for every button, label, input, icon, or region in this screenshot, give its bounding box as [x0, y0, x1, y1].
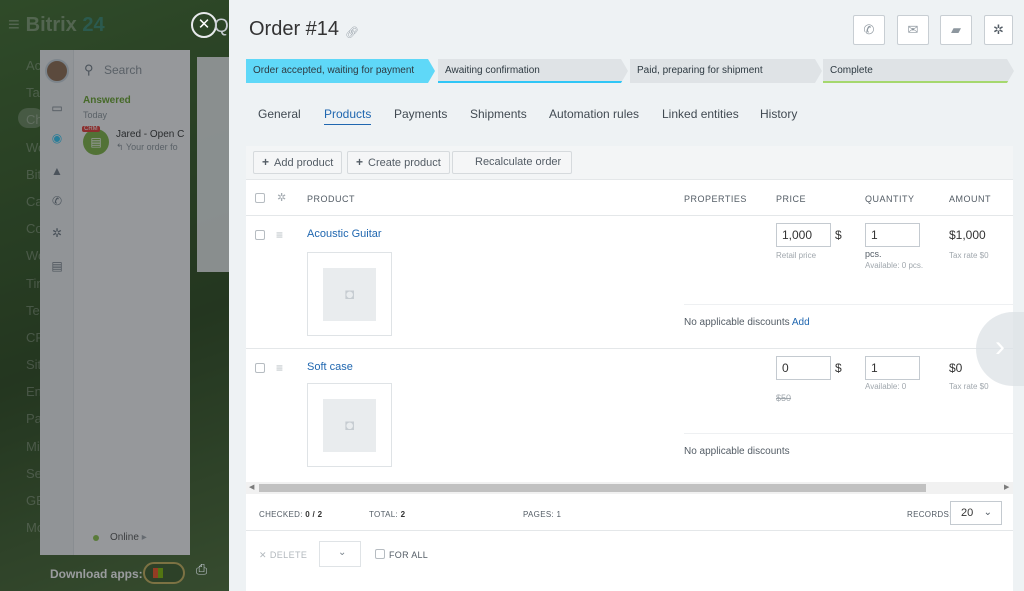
gear-icon: ✲	[993, 22, 1004, 37]
camera-icon: ◘	[323, 399, 376, 452]
tab-linked-entities[interactable]: Linked entities	[662, 107, 739, 121]
grid-toolbar: + Add product + Create product Recalculate…	[246, 146, 1013, 180]
records-per-page-select[interactable]: 20 ⌄	[950, 501, 1002, 525]
price-input[interactable]: 1,000	[776, 223, 831, 247]
for-all-label: FOR ALL	[389, 550, 429, 560]
products-grid: + Add product + Create product Recalculate…	[246, 146, 1013, 591]
product-image[interactable]: ◘	[307, 383, 392, 467]
divider	[684, 433, 1013, 434]
grid-footer: CHECKED: 0 / 2 TOTAL: 2 PAGES: 1 RECORDS…	[246, 498, 1013, 531]
stage-complete[interactable]: Complete	[823, 59, 1014, 83]
settings-button[interactable]: ✲	[984, 15, 1013, 45]
tab-shipments[interactable]: Shipments	[470, 107, 527, 121]
chevron-down-icon: ⌄	[983, 507, 992, 518]
checked-count: CHECKED: 0 / 2	[259, 510, 323, 519]
chat-button[interactable]: ▰	[940, 15, 972, 45]
row-checkbox[interactable]	[255, 363, 265, 373]
table-row: ≡ Soft case ◘ 0 $ $50 1 Available: 0 $0 …	[246, 349, 1013, 478]
currency-label: $	[835, 361, 842, 375]
amount-value: $0	[949, 361, 963, 375]
add-discount-link[interactable]: Add	[792, 317, 810, 328]
mail-icon: ✉	[907, 22, 919, 37]
availability-label: Available: 0 pcs.	[865, 261, 924, 270]
table-row: ≡ Acoustic Guitar ◘ 1,000 $ Retail price…	[246, 216, 1013, 349]
column-properties[interactable]: PROPERTIES	[684, 194, 747, 204]
price-input[interactable]: 0	[776, 356, 831, 380]
for-all-checkbox[interactable]	[375, 549, 385, 559]
column-price[interactable]: PRICE	[776, 194, 806, 204]
tab-automation-rules[interactable]: Automation rules	[549, 107, 639, 121]
scroll-left-icon[interactable]: ◀	[249, 483, 254, 491]
currency-label: $	[835, 228, 842, 242]
stage-awaiting-confirmation[interactable]: Awaiting confirmation	[438, 59, 628, 83]
product-image[interactable]: ◘	[307, 252, 392, 336]
stage-accepted[interactable]: Order accepted, waiting for payment	[246, 59, 435, 83]
tab-payments[interactable]: Payments	[394, 107, 447, 121]
select-all-checkbox[interactable]	[255, 193, 265, 203]
call-button[interactable]: ✆	[853, 15, 885, 45]
scrollbar-thumb[interactable]	[259, 484, 926, 492]
amount-value: $1,000	[949, 228, 986, 242]
create-product-button[interactable]: + Create product	[347, 151, 450, 174]
pages-count: PAGES: 1	[523, 510, 562, 519]
plus-icon: +	[356, 155, 364, 169]
tax-label: Tax rate $0	[949, 251, 989, 260]
row-checkbox[interactable]	[255, 230, 265, 240]
action-select[interactable]: ⌄	[319, 541, 361, 567]
drag-handle-icon[interactable]: ≡	[276, 229, 283, 241]
unit-label: pcs.	[865, 249, 882, 259]
old-price-label: $50	[776, 393, 792, 403]
scroll-right-icon[interactable]: ▶	[1004, 483, 1009, 491]
discounts-label: No applicable discounts Add	[684, 317, 810, 328]
tab-history[interactable]: History	[760, 107, 797, 121]
discounts-label: No applicable discounts	[684, 446, 790, 457]
grid-header: ✲ PRODUCT PROPERTIES PRICE QUANTITY AMOU…	[246, 180, 1013, 216]
link-icon[interactable]: 🔗︎	[345, 26, 359, 39]
stage-paid[interactable]: Paid, preparing for shipment	[630, 59, 822, 83]
print-icon[interactable]: ⎙	[196, 561, 207, 578]
horizontal-scrollbar[interactable]: ◀ ▶	[246, 482, 1013, 494]
tab-general[interactable]: General	[258, 107, 301, 121]
column-amount[interactable]: AMOUNT	[949, 194, 991, 204]
gear-icon[interactable]: ✲	[277, 191, 286, 204]
column-quantity[interactable]: QUANTITY	[865, 194, 915, 204]
chevron-down-icon: ⌄	[338, 547, 347, 558]
total-count: TOTAL: 2	[369, 510, 406, 519]
records-label: RECORDS:	[907, 510, 952, 519]
phone-icon: ✆	[863, 22, 875, 37]
chat-icon: ▰	[951, 22, 961, 37]
close-icon: ✕	[259, 550, 267, 560]
tab-products[interactable]: Products	[324, 107, 372, 125]
plus-icon: +	[262, 155, 270, 169]
camera-icon: ◘	[323, 268, 376, 321]
product-name-link[interactable]: Acoustic Guitar	[307, 228, 382, 240]
drag-handle-icon[interactable]: ≡	[276, 362, 283, 374]
page-title: Order #14	[249, 18, 340, 40]
delete-button[interactable]: ✕ DELETE	[259, 550, 307, 561]
price-type-label: Retail price	[776, 251, 817, 260]
add-product-button[interactable]: + Add product	[253, 151, 343, 174]
order-slider: Order #14 🔗︎ ✆ ✉ ▰ ✲ Order accepted, wai…	[229, 0, 1024, 591]
column-product[interactable]: PRODUCT	[307, 194, 355, 204]
email-button[interactable]: ✉	[897, 15, 929, 45]
quantity-input[interactable]: 1	[865, 223, 920, 247]
quantity-input[interactable]: 1	[865, 356, 920, 380]
recalculate-order-button[interactable]: Recalculate order	[452, 151, 573, 174]
tax-label: Tax rate $0	[949, 382, 989, 391]
availability-label: Available: 0	[865, 382, 907, 391]
divider	[684, 304, 1013, 305]
group-actions: ✕ DELETE ⌄ FOR ALL	[246, 531, 1013, 579]
product-name-link[interactable]: Soft case	[307, 361, 353, 373]
